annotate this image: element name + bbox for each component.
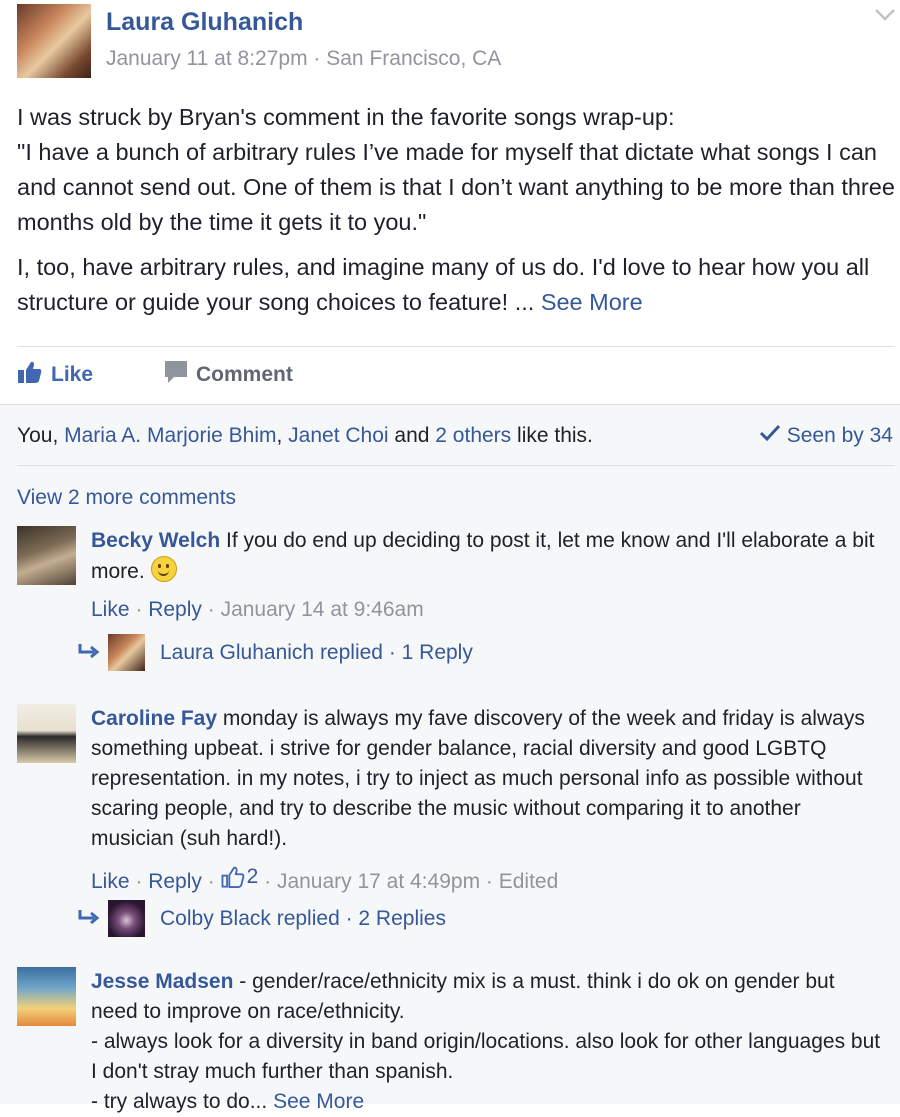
view-more-comments[interactable]: View 2 more comments (17, 486, 236, 510)
post-location[interactable]: San Francisco, CA (326, 47, 501, 70)
liker-link[interactable]: Janet Choi (288, 424, 388, 447)
comment-actions: Like · Reply · 2 · January 17 at 4:49pm … (91, 862, 881, 897)
seen-by[interactable]: Seen by 34 (759, 424, 893, 448)
replies-link[interactable]: Laura Gluhanich replied · 1 Reply (78, 634, 473, 671)
liker-link[interactable]: Maria A. Marjorie Bhim (64, 424, 276, 447)
post-paragraph-1: I was struck by Bryan's comment in the f… (17, 104, 895, 235)
post-paragraph-2: I, too, have arbitrary rules, and imagin… (17, 254, 870, 315)
replies-link[interactable]: Colby Black replied · 2 Replies (78, 900, 446, 937)
comment-icon (164, 360, 188, 390)
see-more-link[interactable]: See More (541, 289, 643, 315)
feedback-section: You, Maria A. Marjorie Bhim, Janet Choi … (0, 404, 900, 1113)
chevron-down-icon[interactable] (874, 6, 896, 27)
comment-body: Jesse Madsen - gender/race/ethnicity mix… (91, 967, 881, 1117)
likes-summary: You, Maria A. Marjorie Bhim, Janet Choi … (17, 424, 593, 447)
author-name[interactable]: Laura Gluhanich (106, 8, 303, 37)
commenter-name[interactable]: Jesse Madsen (91, 970, 233, 993)
comment-text: Becky Welch If you do end up deciding to… (91, 529, 875, 583)
replier-avatar (108, 634, 145, 671)
commenter-name[interactable]: Caroline Fay (91, 707, 217, 730)
comment-date[interactable]: January 14 at 9:46am (221, 598, 424, 621)
author-avatar[interactable] (17, 4, 91, 78)
feedback-top-border (0, 404, 900, 405)
post-date[interactable]: January 11 at 8:27pm (106, 47, 308, 70)
reply-arrow-icon (78, 907, 108, 931)
comment-text-line: - always look for a diversity in band or… (91, 1030, 881, 1083)
divider (17, 346, 895, 347)
commenter-avatar[interactable] (17, 526, 76, 585)
thumbs-up-icon (17, 360, 43, 390)
comment-button[interactable]: Comment (164, 360, 293, 390)
comment-reply-link[interactable]: Reply (148, 598, 202, 621)
like-button[interactable]: Like (17, 360, 93, 390)
comment-like-link[interactable]: Like (91, 870, 130, 893)
comment-like-link[interactable]: Like (91, 598, 130, 621)
smiley-icon (150, 556, 177, 582)
comment-like-count[interactable]: 2 (221, 862, 258, 892)
post: Laura Gluhanich January 11 at 8:27pm · S… (0, 0, 900, 1113)
divider (17, 465, 895, 466)
edited-label[interactable]: Edited (499, 870, 559, 893)
post-body: I was struck by Bryan's comment in the f… (17, 100, 897, 330)
see-more-link[interactable]: See More (273, 1090, 364, 1113)
others-link[interactable]: 2 others (435, 424, 511, 447)
comment-text-line: - try always to do... See More (91, 1090, 365, 1113)
comment-date[interactable]: January 17 at 4:49pm (277, 870, 480, 893)
comment-reply-link[interactable]: Reply (148, 870, 202, 893)
comment-actions: Like · Reply · January 14 at 9:46am (91, 598, 424, 621)
checkmark-icon (759, 424, 781, 448)
comment-body: Becky Welch If you do end up deciding to… (91, 526, 881, 625)
commenter-avatar[interactable] (17, 967, 76, 1026)
commenter-avatar[interactable] (17, 704, 76, 763)
reply-arrow-icon (78, 641, 108, 665)
comment-text: Caroline Fay monday is always my fave di… (91, 707, 865, 850)
post-meta: January 11 at 8:27pm · San Francisco, CA (106, 47, 502, 70)
comment-body: Caroline Fay monday is always my fave di… (91, 704, 881, 897)
replier-avatar (108, 900, 145, 937)
comment-text: Jesse Madsen - gender/race/ethnicity mix… (91, 970, 835, 1023)
thumbs-up-outline-icon (221, 866, 244, 888)
commenter-name[interactable]: Becky Welch (91, 529, 220, 552)
